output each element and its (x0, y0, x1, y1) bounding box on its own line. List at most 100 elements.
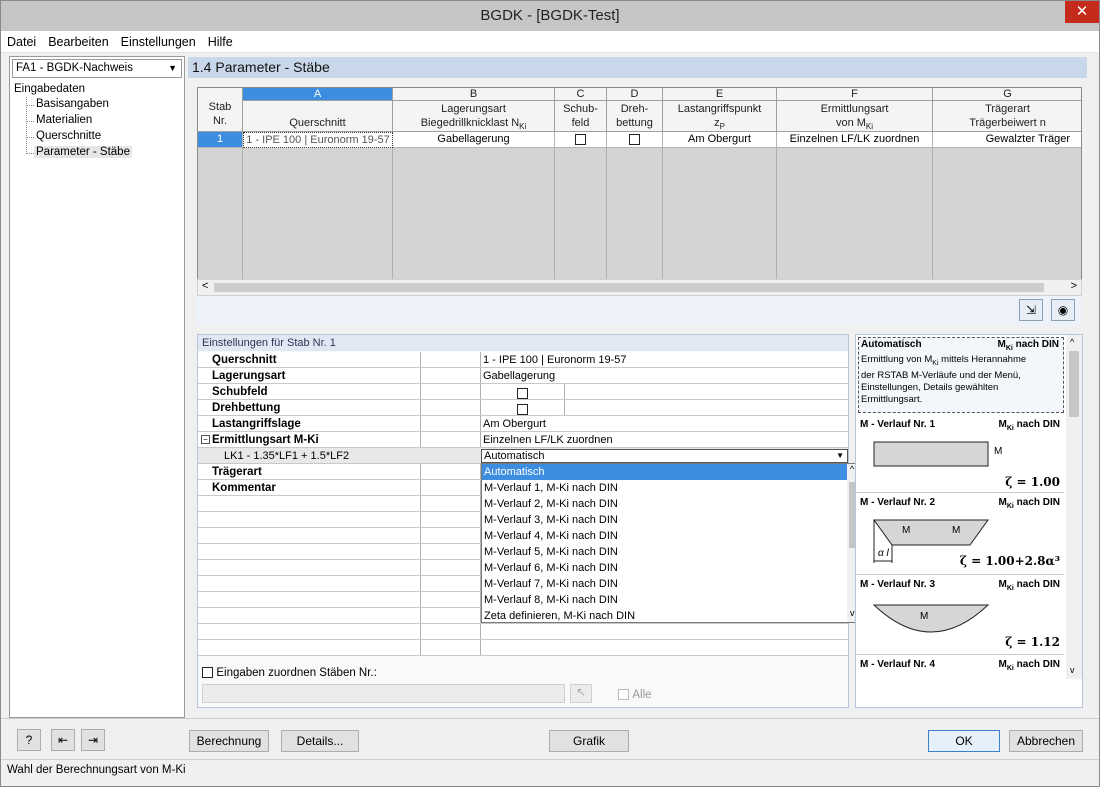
settings-row-loadcombo[interactable]: LK1 - 1.35*LF1 + 1.5*LF2 Automatisch ▼ (198, 448, 848, 464)
settings-row-querschnitt[interactable]: Querschnitt1 - IPE 100 | Euronorm 19-57 (198, 352, 848, 368)
tree-root[interactable]: Eingabedaten (14, 83, 85, 95)
all-checkbox[interactable] (618, 689, 629, 700)
tree-item-basisangaben[interactable]: Basisangaben (36, 98, 109, 110)
settings-row-drehbettung[interactable]: Drehbettung (198, 400, 848, 416)
cell-ermittlungsart[interactable]: Einzelnen LF/LK zuordnen (777, 132, 933, 148)
zeta-value: ζ = 1.00+2.8α³ (960, 554, 1060, 568)
col-letter-c[interactable]: C (555, 88, 607, 101)
pick-members-icon[interactable]: ↖ (570, 684, 592, 703)
case-select[interactable]: FA1 - BGDK-Nachweis▼ (12, 59, 182, 78)
info-box: Automatisch MKi nach DIN Ermittlung von … (858, 337, 1064, 413)
col-letter-f[interactable]: F (777, 88, 933, 101)
chevron-down-icon: ▼ (168, 60, 177, 77)
scroll-left-icon[interactable]: < (202, 280, 208, 292)
col-letter-g[interactable]: G (933, 88, 1082, 101)
col-letter-d[interactable]: D (607, 88, 663, 101)
assign-members-input[interactable] (202, 684, 565, 703)
grafik-button[interactable]: Grafik (549, 730, 629, 752)
ok-button[interactable]: OK (928, 730, 1000, 752)
col-letter-a[interactable]: A (243, 88, 393, 101)
schubfeld-checkbox[interactable] (575, 134, 586, 145)
settings-label: Drehbettung (212, 400, 280, 416)
dropdown-option[interactable]: M-Verlauf 6, M-Ki nach DIN (482, 560, 847, 576)
info-scrollbar[interactable]: ^ v (1066, 335, 1082, 679)
scroll-down-icon[interactable]: v (850, 608, 855, 618)
menu-hilfe[interactable]: Hilfe (202, 31, 239, 53)
ermittlungsart-dropdown-list: Automatisch M-Verlauf 1, M-Ki nach DIN M… (481, 463, 862, 623)
close-button[interactable]: ✕ (1065, 1, 1099, 23)
select-value: Automatisch (484, 450, 545, 462)
moment-diagram-4[interactable]: M - Verlauf Nr. 4 MKi nach DIN (856, 657, 1064, 679)
settings-row-lastangriffslage[interactable]: LastangriffslageAm Obergurt (198, 416, 848, 432)
menu-einstellungen[interactable]: Einstellungen (115, 31, 202, 53)
dropdown-option[interactable]: M-Verlauf 2, M-Ki nach DIN (482, 496, 847, 512)
col-header-line1: Ermittlungsart (777, 102, 932, 116)
collapse-toggle-icon[interactable]: − (201, 435, 210, 444)
grid-line (392, 148, 393, 295)
diagram-title-right: MKi nach DIN (999, 497, 1060, 510)
moment-label: M (920, 611, 928, 622)
settings-row-schubfeld[interactable]: Schubfeld (198, 384, 848, 400)
scrollbar-thumb[interactable] (1069, 351, 1079, 417)
diagram-title-right: MKi nach DIN (999, 579, 1060, 592)
info-text: Ermittlung von MKi mittels Herannahmeder… (861, 354, 1026, 406)
col-header-drehbettung: Dreh-bettung (607, 101, 663, 132)
grid-line (606, 148, 607, 295)
scrollbar-thumb[interactable] (214, 283, 1044, 292)
help-icon[interactable]: ? (17, 729, 41, 751)
assign-checkbox[interactable] (202, 667, 213, 678)
moment-shape-3 (870, 601, 994, 637)
dropdown-option[interactable]: M-Verlauf 3, M-Ki nach DIN (482, 512, 847, 528)
settings-row-lagerungsart[interactable]: LagerungsartGabellagerung (198, 368, 848, 384)
scroll-up-icon[interactable]: ^ (850, 464, 854, 474)
settings-label: Ermittlungsart M-Ki (212, 432, 319, 448)
cell-querschnitt[interactable]: 1 - IPE 100 | Euronorm 19-57 (243, 132, 393, 148)
dropdown-option[interactable]: M-Verlauf 5, M-Ki nach DIN (482, 544, 847, 560)
loadcombo-label: LK1 - 1.35*LF1 + 1.5*LF2 (224, 448, 349, 464)
drehbettung-setting-checkbox[interactable] (517, 404, 528, 415)
berechnung-button[interactable]: Berechnung (189, 730, 269, 752)
tree-item-parameter-staebe[interactable]: Parameter - Stäbe (34, 146, 132, 158)
ermittlungsart-select[interactable]: Automatisch ▼ (481, 449, 848, 463)
export-data-icon[interactable]: ⇥ (81, 729, 105, 751)
drehbettung-checkbox[interactable] (629, 134, 640, 145)
dropdown-option[interactable]: Automatisch (482, 464, 847, 480)
scroll-down-icon[interactable]: v (1070, 665, 1075, 675)
tree-item-querschnitte[interactable]: Querschnitte (36, 130, 101, 142)
dropdown-option[interactable]: Zeta definieren, M-Ki nach DIN (482, 608, 847, 624)
details-button[interactable]: Details... (281, 730, 359, 752)
settings-value: Am Obergurt (483, 416, 546, 432)
dropdown-option[interactable]: M-Verlauf 7, M-Ki nach DIN (482, 576, 847, 592)
diagram-title: M - Verlauf Nr. 2 (860, 497, 935, 508)
col-letter-b[interactable]: B (393, 88, 555, 101)
table-horizontal-scrollbar[interactable]: < > (197, 279, 1082, 296)
tree-item-materialien[interactable]: Materialien (36, 114, 92, 126)
settings-row-ermittlungsart[interactable]: −Ermittlungsart M-KiEinzelnen LF/LK zuor… (198, 432, 848, 448)
moment-diagram-2[interactable]: M - Verlauf Nr. 2 MKi nach DIN M M α l ζ… (856, 495, 1064, 575)
view-eye-icon[interactable]: ◉ (1051, 299, 1075, 321)
all-label: Alle (632, 689, 651, 701)
export-icon[interactable]: ⇲ (1019, 299, 1043, 321)
abbrechen-button[interactable]: Abbrechen (1009, 730, 1083, 752)
col-header-line2: feld (555, 116, 606, 130)
import-icon[interactable]: ⇤ (51, 729, 75, 751)
row-number[interactable]: 1 (198, 132, 243, 148)
cell-schubfeld[interactable] (555, 132, 607, 148)
dropdown-option[interactable]: M-Verlauf 8, M-Ki nach DIN (482, 592, 847, 608)
chevron-down-icon[interactable]: ▼ (836, 450, 844, 462)
dropdown-option[interactable]: M-Verlauf 1, M-Ki nach DIN (482, 480, 847, 496)
cell-drehbettung[interactable] (607, 132, 663, 148)
moment-diagram-3[interactable]: M - Verlauf Nr. 3 MKi nach DIN M ζ = 1.1… (856, 577, 1064, 655)
cell-lagerungsart[interactable]: Gabellagerung (393, 132, 555, 148)
scroll-right-icon[interactable]: > (1071, 280, 1077, 292)
schubfeld-setting-checkbox[interactable] (517, 388, 528, 399)
moment-diagram-1[interactable]: M - Verlauf Nr. 1 MKi nach DIN M ζ = 1.0… (856, 417, 1064, 493)
menu-bearbeiten[interactable]: Bearbeiten (42, 31, 114, 53)
dropdown-option[interactable]: M-Verlauf 4, M-Ki nach DIN (482, 528, 847, 544)
settings-label: Trägerart (212, 464, 262, 480)
cell-traegerart[interactable]: Gewalzter Träger (933, 132, 1082, 148)
menu-datei[interactable]: Datei (1, 31, 42, 53)
scroll-up-icon[interactable]: ^ (1070, 337, 1074, 347)
cell-lastangriffspunkt[interactable]: Am Obergurt (663, 132, 777, 148)
col-letter-e[interactable]: E (663, 88, 777, 101)
